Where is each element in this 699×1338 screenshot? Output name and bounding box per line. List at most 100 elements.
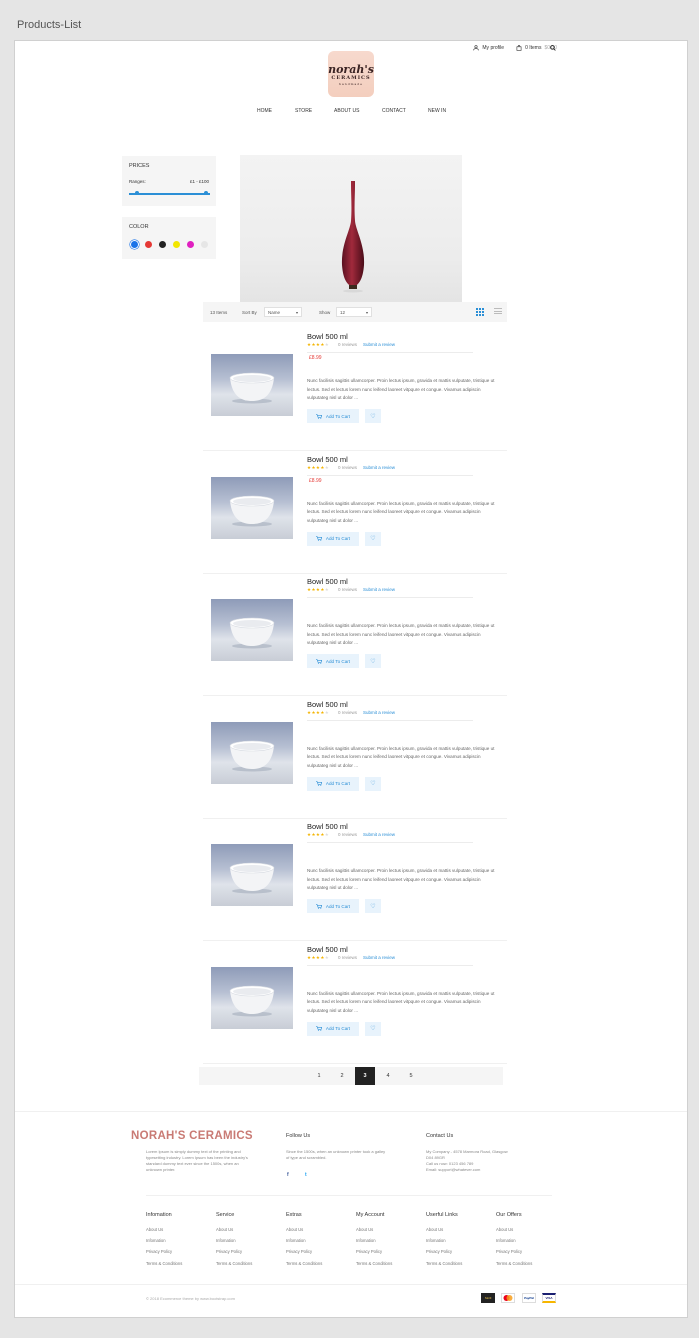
- footer-link[interactable]: Privacy Policy: [216, 1249, 252, 1254]
- footer-link[interactable]: About Us: [216, 1227, 252, 1232]
- range-label: Ranges:: [129, 179, 146, 184]
- color-swatch[interactable]: [201, 241, 208, 248]
- footer-link[interactable]: Terms & Conditions: [146, 1261, 182, 1266]
- list-view-icon[interactable]: [494, 308, 502, 316]
- user-icon: [473, 45, 480, 51]
- product-image[interactable]: [211, 966, 293, 1029]
- wishlist-button[interactable]: ♡: [365, 654, 381, 668]
- nav-new-in[interactable]: NEW IN: [428, 108, 446, 114]
- product-divider: [307, 597, 473, 598]
- footer-column-title: My Account: [356, 1212, 385, 1218]
- nav-about-us[interactable]: ABOUT US: [334, 108, 359, 114]
- heart-icon: ♡: [370, 1026, 376, 1032]
- product-image[interactable]: [211, 844, 293, 906]
- product-name[interactable]: Bowl 500 ml: [307, 332, 348, 341]
- footer-link[interactable]: Infomation: [426, 1238, 462, 1243]
- page-button[interactable]: 3: [355, 1067, 375, 1085]
- submit-review-link[interactable]: Submit a review: [363, 342, 395, 347]
- wishlist-button[interactable]: ♡: [365, 899, 381, 913]
- footer-link[interactable]: About Us: [496, 1227, 532, 1232]
- footer-column: Userful Links About Us Infomation Privacy P…: [426, 1212, 462, 1272]
- product-name[interactable]: Bowl 500 ml: [307, 455, 348, 464]
- color-swatches: [131, 241, 208, 248]
- search-button[interactable]: [550, 45, 556, 53]
- add-to-cart-button[interactable]: Add To Cart: [307, 776, 359, 791]
- footer-column-title: Infomation: [146, 1212, 172, 1218]
- price-range-slider[interactable]: [129, 193, 210, 195]
- twitter-icon[interactable]: t: [305, 1172, 307, 1178]
- top-bar: My profile 0 Items $0.00: [473, 45, 557, 51]
- footer-link[interactable]: Terms & Conditions: [286, 1261, 322, 1266]
- price-filter-title: PRICES: [129, 163, 150, 169]
- wishlist-button[interactable]: ♡: [365, 776, 381, 791]
- footer-link[interactable]: About Us: [286, 1227, 322, 1232]
- color-swatch[interactable]: [187, 241, 194, 248]
- product-card: Bowl 500 ml ★★★★★ 0 reviews Submit a review…: [203, 697, 507, 819]
- footer-mid-divider: [146, 1195, 552, 1196]
- submit-review-link[interactable]: Submit a review: [363, 465, 395, 470]
- footer-link[interactable]: Terms & Conditions: [426, 1261, 462, 1266]
- star-icon: ★: [324, 342, 330, 347]
- submit-review-link[interactable]: Submit a review: [363, 710, 395, 715]
- color-swatch[interactable]: [145, 241, 152, 248]
- footer-link[interactable]: Infomation: [146, 1238, 182, 1243]
- footer-link[interactable]: Privacy Policy: [286, 1249, 322, 1254]
- submit-review-link[interactable]: Submit a review: [363, 955, 395, 960]
- nav-store[interactable]: STORE: [295, 108, 312, 114]
- page-button[interactable]: 1: [309, 1067, 329, 1085]
- color-swatch[interactable]: [159, 241, 166, 248]
- footer-link[interactable]: About Us: [356, 1227, 392, 1232]
- product-image[interactable]: [211, 721, 293, 784]
- product-image[interactable]: [211, 599, 293, 661]
- bowl-illustration: [229, 617, 275, 649]
- show-select[interactable]: 12 ▾: [336, 307, 372, 317]
- wishlist-button[interactable]: ♡: [365, 1021, 381, 1036]
- brand-logo[interactable]: norah's CERAMICS handmade: [328, 51, 374, 97]
- product-name[interactable]: Bowl 500 ml: [307, 700, 348, 709]
- product-name[interactable]: Bowl 500 ml: [307, 945, 348, 954]
- add-to-cart-label: Add To Cart: [325, 536, 351, 541]
- product-name[interactable]: Bowl 500 ml: [307, 577, 348, 586]
- nav-home[interactable]: HOME: [257, 108, 272, 114]
- footer-link[interactable]: About Us: [426, 1227, 462, 1232]
- sort-select[interactable]: Name ▾: [264, 307, 302, 317]
- add-to-cart-button[interactable]: Add To Cart: [307, 899, 359, 913]
- nav-contact[interactable]: CONTACT: [382, 108, 406, 114]
- footer-link[interactable]: Privacy Policy: [356, 1249, 392, 1254]
- footer-link[interactable]: Privacy Policy: [146, 1249, 182, 1254]
- add-to-cart-button[interactable]: Add To Cart: [307, 531, 359, 546]
- footer-link[interactable]: Terms & Conditions: [356, 1261, 392, 1266]
- page-button[interactable]: 2: [332, 1067, 352, 1085]
- product-image[interactable]: [211, 476, 293, 539]
- facebook-icon[interactable]: f: [287, 1172, 289, 1178]
- footer-link[interactable]: Infomation: [496, 1238, 532, 1243]
- add-to-cart-button[interactable]: Add To Cart: [307, 654, 359, 668]
- footer-link[interactable]: Privacy Policy: [426, 1249, 462, 1254]
- submit-review-link[interactable]: Submit a review: [363, 587, 395, 592]
- footer-divider: [15, 1111, 687, 1112]
- footer-link[interactable]: Infomation: [356, 1238, 392, 1243]
- color-swatch[interactable]: [131, 241, 138, 248]
- wishlist-button[interactable]: ♡: [365, 409, 381, 423]
- page-button[interactable]: 4: [378, 1067, 398, 1085]
- star-icon: ★: [324, 587, 330, 592]
- product-name[interactable]: Bowl 500 ml: [307, 822, 348, 831]
- add-to-cart-button[interactable]: Add To Cart: [307, 409, 359, 423]
- my-profile-link[interactable]: My profile: [473, 45, 504, 51]
- wishlist-button[interactable]: ♡: [365, 531, 381, 546]
- product-rating: ★★★★★: [307, 587, 329, 593]
- product-image[interactable]: [211, 354, 293, 416]
- footer-column: Our Offers About Us Infomation Privacy Poli…: [496, 1212, 532, 1272]
- footer-link[interactable]: Privacy Policy: [496, 1249, 532, 1254]
- footer-link[interactable]: Infomation: [286, 1238, 322, 1243]
- grid-view-icon[interactable]: [476, 308, 484, 316]
- footer-link[interactable]: Infomation: [216, 1238, 252, 1243]
- range-max-handle[interactable]: [203, 191, 208, 195]
- footer-link[interactable]: About Us: [146, 1227, 182, 1232]
- footer-link[interactable]: Terms & Conditions: [216, 1261, 252, 1266]
- submit-review-link[interactable]: Submit a review: [363, 832, 395, 837]
- color-swatch[interactable]: [173, 241, 180, 248]
- page-button[interactable]: 5: [401, 1067, 421, 1085]
- add-to-cart-button[interactable]: Add To Cart: [307, 1021, 359, 1036]
- footer-link[interactable]: Terms & Conditions: [496, 1261, 532, 1266]
